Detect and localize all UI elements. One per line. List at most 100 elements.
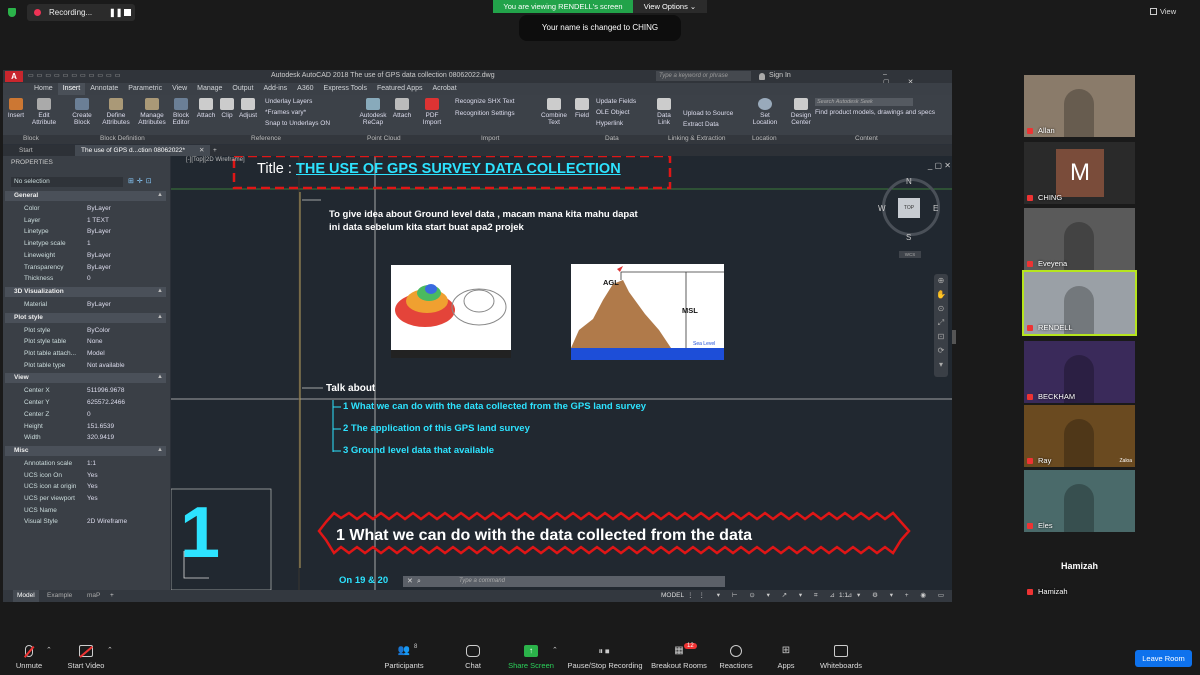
annotation-scale[interactable]: 1:1 <box>839 590 848 602</box>
audio-options-chevron-icon[interactable]: ⌃ <box>46 646 52 654</box>
recognition-settings-button[interactable]: Recognition Settings <box>455 110 515 117</box>
panel-block-definition[interactable]: Block Definition <box>100 135 145 142</box>
compass-south[interactable]: S <box>906 233 911 242</box>
tab-model[interactable]: Model <box>13 590 39 602</box>
command-search-icon[interactable]: ⌕ <box>417 576 421 587</box>
panel-point-cloud[interactable]: Point Cloud <box>367 135 401 142</box>
properties-section-plot-style[interactable]: Plot style <box>5 312 166 323</box>
ribbon-tab-express-tools[interactable]: Express Tools <box>319 83 372 95</box>
property-row[interactable]: Plot table type Not available <box>3 360 166 371</box>
combine-text-button[interactable]: Combine Text <box>539 98 569 126</box>
property-row[interactable]: Lineweight ByLayer <box>3 250 166 261</box>
property-row[interactable]: Height 151.6539 <box>3 421 166 432</box>
property-value[interactable]: 1:1 <box>87 458 96 469</box>
hyperlink-button[interactable]: Hyperlink <box>596 120 623 127</box>
property-value[interactable]: 320.9419 <box>87 432 114 443</box>
pause-icon[interactable]: ❚❚ <box>109 4 122 21</box>
panel-linking[interactable]: Linking & Extraction <box>668 135 725 142</box>
property-row[interactable]: Linetype scale 1 <box>3 238 166 249</box>
property-value[interactable]: Not available <box>87 360 125 371</box>
compass-north[interactable]: N <box>906 177 912 186</box>
property-row[interactable]: Center X 511996.9678 <box>3 385 166 396</box>
viewport-controls[interactable]: _ ▢ ✕ <box>881 161 951 171</box>
ribbon-tab-annotate[interactable]: Annotate <box>85 83 123 95</box>
start-video-button[interactable]: Start Video <box>64 645 108 670</box>
participant-tile[interactable]: M CHING <box>1024 142 1135 204</box>
point-cloud-attach-button[interactable]: Attach <box>390 98 414 119</box>
collapse-arrow-icon[interactable]: ▲ <box>157 374 163 380</box>
property-value[interactable]: ByLayer <box>87 262 111 273</box>
property-row[interactable]: Plot table attach... Model <box>3 348 166 359</box>
wcs-menu[interactable]: WCS <box>899 251 921 258</box>
grid-view-icon[interactable] <box>1150 8 1157 15</box>
close-tab-icon[interactable]: ✕ <box>199 145 204 156</box>
chat-button[interactable]: Chat <box>462 645 484 670</box>
property-value[interactable]: Yes <box>87 493 98 504</box>
property-value[interactable]: 0 <box>87 273 91 284</box>
property-row[interactable]: Color ByLayer <box>3 203 166 214</box>
properties-section-general[interactable]: General <box>5 191 166 201</box>
property-value[interactable]: 2D Wireframe <box>87 516 127 527</box>
property-value[interactable]: Yes <box>87 470 98 481</box>
set-location-button[interactable]: Set Location <box>751 98 779 126</box>
video-options-chevron-icon[interactable]: ⌃ <box>107 646 113 654</box>
view-options-button[interactable]: View Options ⌄ <box>633 0 707 13</box>
property-value[interactable]: ByLayer <box>87 299 111 310</box>
status-right-icons[interactable]: ▾ ⚙ ▾ + ◉ ▭ ▣ ≡ <box>857 590 952 602</box>
breakout-rooms-button[interactable]: ▦ Breakout Rooms 12 <box>650 643 708 670</box>
property-value[interactable]: Model <box>87 348 105 359</box>
tab-layout-example[interactable]: Example <box>47 590 72 602</box>
frames-vary-select[interactable]: *Frames vary* <box>265 109 306 116</box>
view-button[interactable]: View <box>1160 7 1176 16</box>
panel-block[interactable]: Block <box>23 135 39 142</box>
property-row[interactable]: UCS icon at origin Yes <box>3 481 166 492</box>
collapse-arrow-icon[interactable]: ▲ <box>157 288 163 294</box>
share-options-chevron-icon[interactable]: ⌃ <box>552 646 558 654</box>
extract-data-button[interactable]: Extract Data <box>683 121 719 128</box>
compass-west[interactable]: W <box>878 204 886 213</box>
apps-button[interactable]: ⊞ Apps <box>775 645 797 670</box>
property-row[interactable]: Plot style ByColor <box>3 325 166 336</box>
property-row[interactable]: UCS icon On Yes <box>3 470 166 481</box>
stop-icon[interactable] <box>124 9 131 16</box>
panel-reference[interactable]: Reference <box>251 135 281 142</box>
seek-search-input[interactable]: Search Autodesk Seek <box>815 98 913 106</box>
panel-content[interactable]: Content <box>855 135 878 142</box>
property-row[interactable]: Material ByLayer <box>3 299 166 310</box>
command-close-icon[interactable]: ✕ <box>407 576 413 587</box>
tab-layout-map[interactable]: maP <box>87 590 100 602</box>
property-row[interactable]: Linetype ByLayer <box>3 226 166 237</box>
property-row[interactable]: Center Y 625572.2466 <box>3 397 166 408</box>
ribbon-tab-acrobat[interactable]: Acrobat <box>428 83 462 95</box>
recap-button[interactable]: Autodesk ReCap <box>357 98 389 126</box>
property-row[interactable]: Center Z 0 <box>3 409 166 420</box>
ribbon-tab-home[interactable]: Home <box>29 83 58 95</box>
share-screen-button[interactable]: ↑ Share Screen <box>508 645 554 670</box>
property-value[interactable]: 151.6539 <box>87 421 114 432</box>
new-tab-icon[interactable]: + <box>213 145 217 156</box>
command-line-input[interactable]: Type a command <box>403 576 725 587</box>
model-space-button[interactable]: MODEL <box>661 590 684 602</box>
clip-button[interactable]: Clip <box>218 98 236 119</box>
viewport-label[interactable]: [-][Top][2D Wireframe] <box>186 157 245 163</box>
compass-east[interactable]: E <box>933 204 938 213</box>
quick-access-toolbar[interactable]: ▭▭▭▭▭▭▭▭▭▭▭ <box>28 72 153 81</box>
participant-tile[interactable]: Eveyena <box>1024 208 1135 270</box>
pause-stop-recording-button[interactable]: ⏸⏹ Pause/Stop Recording <box>567 645 643 670</box>
collapse-arrow-icon[interactable]: ▲ <box>157 314 163 320</box>
properties-section-3d-visualization[interactable]: 3D Visualization <box>5 286 166 297</box>
ribbon-tab-parametric[interactable]: Parametric <box>123 83 167 95</box>
property-value[interactable]: None <box>87 336 103 347</box>
collapse-arrow-icon[interactable]: ▲ <box>157 447 163 453</box>
property-row[interactable]: Width 320.9419 <box>3 432 166 443</box>
ribbon-tab-manage[interactable]: Manage <box>192 83 227 95</box>
property-value[interactable]: 1 <box>87 238 91 249</box>
add-layout-icon[interactable]: + <box>110 590 114 602</box>
participant-tile[interactable]: Zaloa Ray <box>1024 405 1135 467</box>
property-row[interactable]: Layer 1 TEXT <box>3 215 166 226</box>
recognize-shx-button[interactable]: Recognize SHX Text <box>455 98 515 105</box>
insert-button[interactable]: Insert <box>5 98 27 119</box>
participants-button[interactable]: 👥 Participants 8 <box>383 644 425 670</box>
ribbon-tab-a360[interactable]: A360 <box>292 83 318 95</box>
property-value[interactable]: 1 TEXT <box>87 215 109 226</box>
